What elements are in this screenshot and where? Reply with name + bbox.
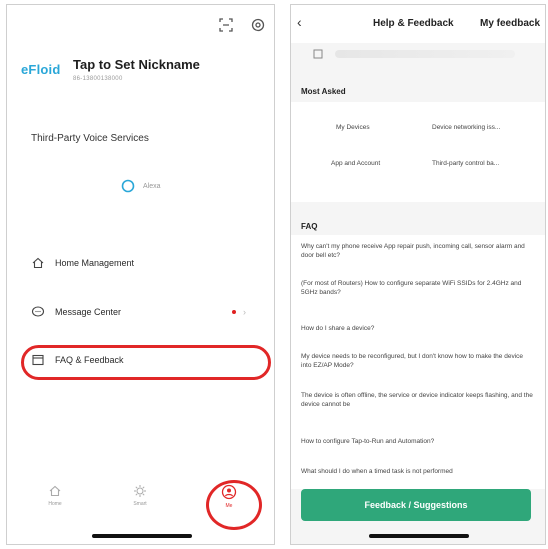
most-asked-item[interactable]: App and Account [331, 160, 401, 167]
sun-icon [134, 485, 146, 497]
chevron-right-icon: › [243, 307, 246, 317]
home-indicator [369, 534, 469, 538]
chat-icon [31, 306, 45, 317]
home-indicator [92, 534, 192, 538]
my-feedback-link[interactable]: My feedback [480, 18, 540, 29]
gear-icon[interactable] [250, 17, 266, 33]
faq-item[interactable]: The device is often offline, the service… [301, 391, 533, 409]
faq-item[interactable]: Why can't my phone receive App repair pu… [301, 242, 533, 260]
unread-dot [232, 310, 236, 314]
faq-highlight-outline [21, 345, 271, 380]
faq-item[interactable]: My device needs to be reconfigured, but … [301, 352, 533, 370]
feedback-suggestions-button[interactable]: Feedback / Suggestions [301, 489, 531, 521]
tab-smart[interactable]: Smart [120, 484, 160, 507]
most-asked-grid: My Devices Device networking iss... App … [291, 102, 545, 202]
menu-label: Message Center [55, 307, 122, 317]
help-feedback-screen: ‹ Help & Feedback My feedback Most Asked… [290, 4, 546, 545]
house-icon [32, 257, 44, 269]
alexa-service[interactable]: Alexa [121, 179, 161, 193]
most-asked-item[interactable]: Device networking iss... [432, 124, 526, 131]
chevron-left-icon[interactable]: ‹ [297, 14, 302, 30]
home-icon [49, 485, 61, 497]
tab-home[interactable]: Home [35, 484, 75, 507]
menu-label: Home Management [55, 258, 135, 268]
most-asked-item[interactable]: My Devices [336, 124, 396, 131]
nav-bar: ‹ Help & Feedback My feedback [291, 5, 545, 43]
me-tab-highlight-outline [206, 480, 262, 530]
faq-item[interactable]: (For most of Routers) How to configure s… [301, 279, 533, 297]
search-input[interactable] [301, 43, 537, 65]
search-placeholder [335, 50, 515, 58]
menu-item-home-management[interactable]: Home Management [31, 256, 134, 270]
alexa-icon [121, 179, 135, 193]
profile-header[interactable]: eFloid Tap to Set Nickname 86-1380013800… [21, 57, 200, 82]
menu-item-message-center[interactable]: Message Center [31, 305, 121, 319]
top-icon-bar [218, 17, 266, 33]
profile-screen: eFloid Tap to Set Nickname 86-1380013800… [6, 4, 275, 545]
faq-list: Why can't my phone receive App repair pu… [291, 235, 545, 489]
search-icon [313, 49, 323, 59]
page-title: Help & Feedback [373, 18, 454, 29]
most-asked-item[interactable]: Third-party control ba... [432, 160, 526, 167]
account-id: 86-13800138000 [73, 76, 123, 82]
nickname[interactable]: Tap to Set Nickname [73, 57, 200, 72]
faq-heading: FAQ [301, 222, 318, 231]
most-asked-heading: Most Asked [301, 87, 346, 96]
tab-label: Smart [133, 501, 147, 507]
faq-item[interactable]: What should I do when a timed task is no… [301, 467, 533, 476]
faq-item[interactable]: How do I share a device? [301, 324, 533, 333]
alexa-label: Alexa [143, 182, 161, 190]
voice-services-label: Third-Party Voice Services [31, 133, 149, 144]
faq-item[interactable]: How to configure Tap-to-Run and Automati… [301, 437, 533, 446]
scan-icon[interactable] [218, 17, 234, 33]
brand-logo: eFloid [21, 62, 61, 77]
tab-label: Home [48, 501, 62, 507]
